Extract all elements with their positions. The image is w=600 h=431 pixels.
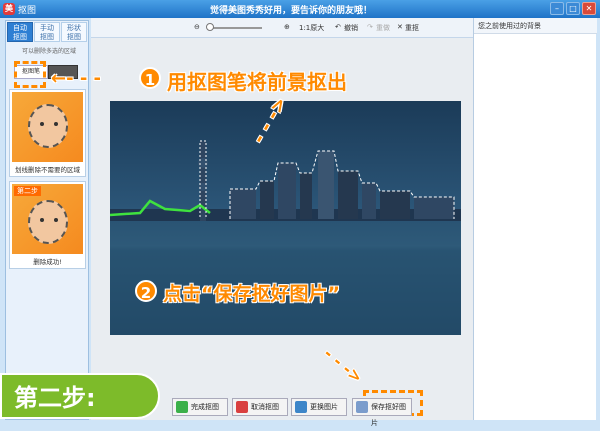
baby-photo-thumbnail: 第二步 <box>12 184 83 254</box>
zoom-slider-thumb[interactable] <box>206 23 214 31</box>
reset-button[interactable]: 重抠 <box>405 23 419 33</box>
editing-canvas[interactable]: ←- - - 1 用抠图笔将前景抠出 - - -> 2 点击“保存抠好图片” -… <box>14 38 473 420</box>
finish-cutout-button[interactable]: 完成抠图 <box>172 398 228 416</box>
maximize-button[interactable]: □ <box>566 2 580 15</box>
arrow-down-2: - - -> <box>320 343 367 388</box>
background-history-header: 您之前使用过的背景 <box>474 18 597 34</box>
app-title: 抠图 <box>18 6 37 16</box>
promo-title: 觉得美图秀秀好用，要告诉你的朋友哦！ <box>210 6 373 16</box>
tutorial-card: 划线删除不需要的区域 <box>9 89 86 177</box>
tutorial-card: 第二步 删除成功! <box>9 181 86 269</box>
step1-badge: 1 <box>139 67 161 89</box>
step-badge: 第二步 <box>14 186 41 196</box>
reset-icon[interactable]: ✕ <box>397 23 403 31</box>
face-outline <box>28 104 68 148</box>
title-bar: 美 抠图 觉得美图秀秀好用，要告诉你的朋友哦！ – □ ✕ <box>0 0 600 18</box>
card-caption: 划线删除不需要的区域 <box>15 166 80 174</box>
actual-size-button[interactable]: 1:1原大 <box>299 23 324 33</box>
zoom-slider[interactable] <box>208 27 262 29</box>
check-icon <box>176 401 188 413</box>
background-history-panel: 您之前使用过的背景 <box>473 18 597 420</box>
face-outline <box>28 200 68 244</box>
image-icon <box>295 401 307 413</box>
baby-photo-thumbnail <box>12 92 83 162</box>
pen-highlight-box <box>14 61 46 88</box>
close-button[interactable]: ✕ <box>582 2 596 15</box>
step2-badge: 2 <box>135 280 157 302</box>
step-label: 第二步: <box>0 373 160 419</box>
step1-instruction: 用抠图笔将前景抠出 <box>167 70 347 94</box>
step2-instruction: 点击“保存抠好图片” <box>163 283 340 305</box>
tab-manual-cutout[interactable]: 手动 抠图 <box>34 22 60 42</box>
redo-icon[interactable]: ↷ <box>367 23 373 31</box>
arrow-left-1: ←- - - <box>51 68 102 89</box>
save-icon <box>356 401 368 413</box>
tab-shape-cutout[interactable]: 形状 抠图 <box>61 22 87 42</box>
hint-text: 可以删除多选的区域 <box>21 48 76 55</box>
zoom-in-icon[interactable]: ⊕ <box>284 23 290 31</box>
redo-button[interactable]: 重做 <box>376 23 390 33</box>
card-caption: 删除成功! <box>33 258 62 266</box>
minimize-button[interactable]: – <box>550 2 564 15</box>
replace-image-button[interactable]: 更换图片 <box>291 398 347 416</box>
toolbar: ⊖ ⊕ 1:1原大 ↶ 撤销 ↷ 重做 ✕ 重抠 <box>91 18 473 38</box>
undo-button[interactable]: 撤销 <box>344 23 358 33</box>
cancel-icon <box>236 401 248 413</box>
tab-auto-cutout[interactable]: 自动 抠图 <box>7 22 33 42</box>
cancel-cutout-button[interactable]: 取消抠图 <box>232 398 288 416</box>
undo-icon[interactable]: ↶ <box>335 23 341 31</box>
save-cutout-button[interactable]: 保存抠好图片 <box>352 398 412 427</box>
zoom-out-icon[interactable]: ⊖ <box>194 23 200 31</box>
app-logo-icon: 美 <box>3 3 15 15</box>
mode-tabs: 自动 抠图 手动 抠图 形状 抠图 <box>6 21 90 43</box>
